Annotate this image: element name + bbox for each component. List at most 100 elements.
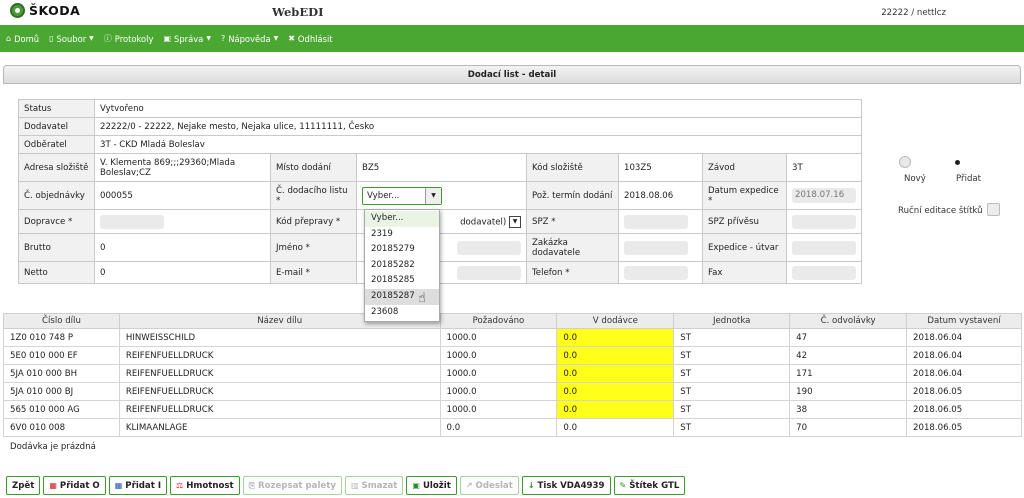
cell-requested: 1000.0 xyxy=(439,346,558,365)
cell-callout: 47 xyxy=(789,328,908,347)
fax-input[interactable] xyxy=(792,265,856,280)
cell-in-delivery-input[interactable]: 0.0 xyxy=(556,328,675,347)
col-jednotka[interactable]: Jednotka xyxy=(673,313,791,329)
adresa-value: V. Klementa 869;;;29360;Mlada Boleslav;C… xyxy=(94,153,271,182)
dropdown-option-hovered[interactable]: 20185287 xyxy=(365,288,439,305)
dodavatel-label: Dodavatel xyxy=(18,117,95,136)
back-button[interactable]: Zpět xyxy=(6,476,41,495)
nav-sprava[interactable]: ▣ Správa ▼ xyxy=(163,34,210,44)
add-o-button[interactable]: ▦ Přidat O xyxy=(43,476,106,495)
nav-home[interactable]: ⌂ Domů xyxy=(6,34,39,44)
telefon-input[interactable] xyxy=(624,265,688,280)
datum-expedice-input[interactable]: 2018.07.16 xyxy=(792,188,856,203)
table-row[interactable]: 5JA 010 000 BH REIFENFUELLDRUCK 1000.0 0… xyxy=(3,364,1022,383)
caret-down-icon: ▼ xyxy=(273,35,279,42)
col-cislo-dilu[interactable]: Číslo dílu xyxy=(3,313,120,329)
cell-part-name: REIFENFUELLDRUCK xyxy=(118,364,441,383)
brutto-label: Brutto xyxy=(18,233,95,262)
kod-prepravy-select[interactable]: ▼ xyxy=(509,215,521,228)
col-pozadovano[interactable]: Požadováno xyxy=(439,313,558,329)
cell-in-delivery-input[interactable]: 0.0 xyxy=(556,382,675,401)
main-nav: ⌂ Domů ▯ Soubor ▼ ⓘ Protokoly ▣ Správa ▼ ? Nápo… xyxy=(0,25,1024,52)
radio-pridat-selected-icon[interactable] xyxy=(955,160,960,165)
table-row[interactable]: 565 010 000 AG REIFENFUELLDRUCK 1000.0 0… xyxy=(3,400,1022,419)
nav-odhlasit[interactable]: ✖ Odhlásit xyxy=(288,34,332,44)
dodaci-list-label: Č. dodacího listu * xyxy=(270,181,357,210)
split-pallets-button[interactable]: ⎘ Rozepsat palety xyxy=(242,476,342,495)
trash-icon: ▥ xyxy=(350,481,359,490)
table-row[interactable]: 5E0 010 000 EF REIFENFUELLDRUCK 1000.0 0… xyxy=(3,346,1022,365)
kod-prepravy-label: Kód přepravy * xyxy=(270,209,357,234)
cell-in-delivery-input[interactable]: 0.0 xyxy=(556,346,675,365)
col-datum-vystaveni[interactable]: Datum vystavení xyxy=(906,313,1022,329)
info-icon: ⓘ xyxy=(103,34,112,43)
col-v-dodavce[interactable]: V dodávce xyxy=(556,313,675,329)
download-icon: ↓ xyxy=(527,481,535,490)
cell-issue-date: 2018.06.04 xyxy=(906,328,1022,347)
cell-part-name: KLIMAANLAGE xyxy=(118,418,441,437)
nav-soubor[interactable]: ▯ Soubor ▼ xyxy=(49,34,94,44)
cell-part-number: 5JA 010 000 BJ xyxy=(3,382,120,401)
cell-in-delivery-input[interactable]: 0.0 xyxy=(556,400,675,419)
dropdown-option[interactable]: 2319 xyxy=(365,227,439,243)
dodaci-list-dropdown: Vyber... 2319 20185279 20185282 20185285… xyxy=(364,209,440,323)
cell-part-number: 565 010 000 AG xyxy=(3,400,120,419)
cell-issue-date: 2018.06.04 xyxy=(906,346,1022,365)
telefon-label: Telefon * xyxy=(526,261,619,284)
hand-cursor-icon: ☝ xyxy=(418,291,426,306)
brutto-value: 0 xyxy=(94,233,271,262)
top-header: ŠKODA WebEDI 22222 / nettlcz xyxy=(0,0,1024,25)
dropdown-option[interactable]: 20185279 xyxy=(365,242,439,258)
table-row[interactable]: 1Z0 010 748 P HINWEISSCHILD 1000.0 0.0 S… xyxy=(3,328,1022,347)
cell-requested: 0.0 xyxy=(439,418,558,437)
email-input[interactable] xyxy=(457,265,521,280)
split-icon: ⎘ xyxy=(248,480,256,490)
chevron-down-icon[interactable]: ▼ xyxy=(425,187,441,204)
caret-down-icon: ▼ xyxy=(206,35,211,42)
status-label: Status xyxy=(18,99,95,118)
adresa-label: Adresa složiště xyxy=(18,153,95,182)
objednavky-value: 000055 xyxy=(94,181,271,210)
weight-button[interactable]: ⚖ Hmotnost xyxy=(170,476,240,495)
spz-input[interactable] xyxy=(624,214,688,229)
cell-part-name: REIFENFUELLDRUCK xyxy=(118,346,441,365)
dropdown-option[interactable]: Vyber... xyxy=(365,211,439,227)
dodaci-list-select[interactable]: Vyber... ▼ xyxy=(362,186,442,205)
expedice-utvar-input[interactable] xyxy=(792,240,856,255)
gtl-label-button[interactable]: ✎ Štítek GTL xyxy=(613,476,686,495)
cell-unit: ST xyxy=(673,400,791,419)
empty-delivery-note: Dodávka je prázdná xyxy=(10,442,96,452)
save-button[interactable]: ▣ Uložit xyxy=(406,476,457,495)
dropdown-option[interactable]: 20185285 xyxy=(365,273,439,289)
table-row[interactable]: 5JA 010 000 BJ REIFENFUELLDRUCK 1000.0 0… xyxy=(3,382,1022,401)
jmeno-input[interactable] xyxy=(457,240,521,255)
add-i-button[interactable]: ▦ Přidat I xyxy=(108,476,168,495)
send-button[interactable]: ↗ Odeslat xyxy=(459,476,519,495)
tag-icon: ✎ xyxy=(619,481,627,490)
rucni-editace-checkbox[interactable] xyxy=(987,203,1000,216)
col-odvolavky[interactable]: Č. odvolávky xyxy=(789,313,908,329)
radio-novy[interactable] xyxy=(899,156,911,168)
fax-label: Fax xyxy=(702,261,787,284)
table-row[interactable]: 6V0 010 008 KLIMAANLAGE 0.0 0.0 ST 70 20… xyxy=(3,418,1022,437)
print-vda-button[interactable]: ↓ Tisk VDA4939 xyxy=(521,476,611,495)
nav-protokoly[interactable]: ⓘ Protokoly xyxy=(104,33,154,44)
netto-value: 0 xyxy=(94,261,271,284)
dopravce-input[interactable] xyxy=(100,214,164,229)
spz-privesu-input[interactable] xyxy=(792,214,856,229)
dropdown-option[interactable]: 20185282 xyxy=(365,258,439,274)
zakazka-input[interactable] xyxy=(624,240,688,255)
cell-in-delivery-input[interactable]: 0.0 xyxy=(556,364,675,383)
odberatel-value: 3T - CKD Mladá Boleslav xyxy=(94,135,862,154)
cell-part-number: 6V0 010 008 xyxy=(3,418,120,437)
dropdown-option[interactable]: 23608 xyxy=(365,305,439,321)
home-icon: ⌂ xyxy=(6,34,12,43)
scale-icon: ⚖ xyxy=(176,481,184,490)
cell-part-number: 5E0 010 000 EF xyxy=(3,346,120,365)
nav-napoveda[interactable]: ? Nápověda ▼ xyxy=(221,34,278,44)
datum-expedice-label: Datum expedice * xyxy=(702,181,787,210)
spz-label: SPZ * xyxy=(526,209,619,234)
kod-slozist-label: Kód složiště xyxy=(526,153,619,182)
delete-button[interactable]: ▥ Smazat xyxy=(344,476,404,495)
skoda-logo[interactable]: ŠKODA xyxy=(10,2,80,18)
